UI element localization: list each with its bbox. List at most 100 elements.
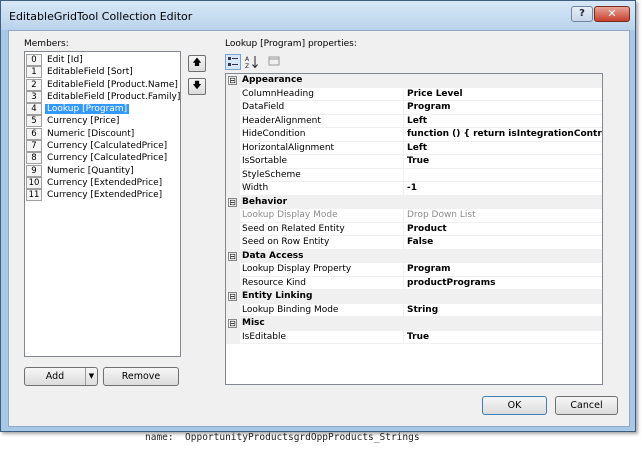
arrow-up-icon: 🡅: [192, 58, 202, 68]
row-gutter: [226, 263, 240, 276]
category-row[interactable]: ⊟ Misc: [226, 317, 602, 331]
member-item[interactable]: 2 EditableField [Product.Name]: [25, 78, 180, 91]
property-value[interactable]: function () { return isIntegrationContra…: [405, 128, 602, 141]
property-row[interactable]: HorizontalAlignment Left: [226, 141, 602, 155]
member-label: Currency [Price]: [47, 116, 120, 127]
property-row[interactable]: Seed on Row Entity False: [226, 236, 602, 250]
property-row[interactable]: Lookup Display Mode Drop Down List: [226, 209, 602, 223]
property-name[interactable]: Lookup Binding Mode: [240, 303, 404, 316]
property-row[interactable]: Lookup Display Property Program: [226, 263, 602, 277]
property-row[interactable]: Width -1: [226, 182, 602, 196]
member-item[interactable]: 10 Currency [ExtendedPrice]: [25, 176, 180, 189]
title-bar[interactable]: EditableGridTool Collection Editor ? ✕: [1, 1, 635, 30]
row-gutter: [226, 128, 240, 141]
property-value[interactable]: Drop Down List: [405, 209, 602, 222]
member-item[interactable]: 1 EditableField [Sort]: [25, 66, 180, 79]
property-value[interactable]: Left: [405, 142, 602, 155]
property-name[interactable]: IsEditable: [240, 330, 404, 343]
collapse-icon[interactable]: ⊟: [228, 251, 237, 261]
category-row[interactable]: ⊟ Appearance: [226, 74, 602, 88]
property-name[interactable]: DataField: [240, 101, 404, 114]
property-value[interactable]: Price Level: [405, 88, 602, 101]
cancel-button[interactable]: Cancel: [555, 396, 618, 415]
member-item[interactable]: 8 Currency [CalculatedPrice]: [25, 152, 180, 165]
property-row[interactable]: Resource Kind productPrograms: [226, 276, 602, 290]
member-index: 10: [26, 176, 42, 189]
collapse-icon[interactable]: ⊟: [228, 197, 237, 207]
add-button[interactable]: Add ▼: [24, 367, 98, 386]
member-index: 2: [26, 78, 42, 91]
categorized-icon[interactable]: [225, 54, 241, 70]
property-value[interactable]: Product: [405, 223, 602, 236]
collapse-icon[interactable]: ⊟: [228, 319, 237, 328]
category-name: Appearance: [242, 75, 303, 85]
member-item[interactable]: 11 Currency [ExtendedPrice]: [25, 189, 180, 202]
move-up-button[interactable]: 🡅: [188, 55, 206, 72]
member-index: 3: [26, 90, 42, 103]
category-name: Entity Linking: [242, 291, 313, 301]
collapse-icon[interactable]: ⊟: [228, 76, 237, 85]
property-value[interactable]: Left: [405, 115, 602, 128]
property-name[interactable]: Seed on Related Entity: [240, 222, 404, 235]
property-row[interactable]: IsSortable True: [226, 155, 602, 169]
category-row[interactable]: ⊟ Data Access: [226, 249, 602, 263]
remove-button[interactable]: Remove: [103, 367, 179, 386]
category-row[interactable]: ⊟ Behavior: [226, 195, 602, 209]
property-pages-icon[interactable]: [266, 54, 282, 70]
property-value[interactable]: String: [405, 304, 602, 317]
property-name[interactable]: Lookup Display Property: [240, 263, 404, 276]
property-row[interactable]: DataField Program: [226, 101, 602, 115]
property-row[interactable]: Lookup Binding Mode String: [226, 303, 602, 317]
help-button[interactable]: ?: [571, 6, 593, 22]
property-row[interactable]: HideCondition function () { return isInte…: [226, 128, 602, 142]
member-index: 9: [26, 164, 42, 177]
ok-button[interactable]: OK: [482, 396, 547, 415]
move-down-button[interactable]: 🡇: [188, 78, 206, 95]
row-gutter: [226, 168, 240, 181]
row-gutter: [226, 155, 240, 168]
member-index: 8: [26, 152, 42, 165]
property-name[interactable]: HeaderAlignment: [240, 114, 404, 127]
add-dropdown-caret-icon[interactable]: ▼: [85, 368, 97, 385]
category-name: Behavior: [242, 196, 288, 207]
member-label: Edit [Id]: [47, 55, 83, 65]
member-item[interactable]: 7 Currency [CalculatedPrice]: [25, 140, 180, 153]
property-value[interactable]: -1: [405, 182, 602, 195]
member-item[interactable]: 5 Currency [Price]: [25, 115, 180, 128]
member-item[interactable]: 6 Numeric [Discount]: [25, 127, 180, 140]
property-name[interactable]: Seed on Row Entity: [240, 236, 404, 249]
alphabetical-icon[interactable]: AZ: [244, 54, 260, 70]
arrow-down-icon: 🡇: [192, 81, 202, 91]
property-value[interactable]: True: [405, 155, 602, 168]
member-item[interactable]: 9 Numeric [Quantity]: [25, 164, 180, 177]
property-value[interactable]: Program: [405, 101, 602, 114]
property-row[interactable]: HeaderAlignment Left: [226, 114, 602, 128]
property-value[interactable]: True: [405, 331, 602, 344]
close-button[interactable]: ✕: [594, 6, 630, 22]
property-name[interactable]: HorizontalAlignment: [240, 141, 404, 154]
property-name[interactable]: HideCondition: [240, 128, 404, 141]
property-name[interactable]: ColumnHeading: [240, 87, 404, 100]
property-name[interactable]: StyleScheme: [240, 168, 404, 181]
property-value[interactable]: [405, 169, 602, 182]
category-row[interactable]: ⊟ Entity Linking: [226, 290, 602, 304]
property-name[interactable]: Resource Kind: [240, 276, 404, 289]
members-list[interactable]: 0 Edit [Id] 1 EditableField [Sort] 2 Editable…: [24, 51, 181, 357]
property-value[interactable]: False: [405, 236, 602, 249]
property-name[interactable]: Width: [240, 182, 404, 195]
property-row[interactable]: IsEditable True: [226, 330, 602, 344]
collapse-icon[interactable]: ⊟: [228, 292, 237, 301]
property-name[interactable]: IsSortable: [240, 155, 404, 168]
row-gutter: [226, 276, 240, 289]
property-grid[interactable]: ⊟ Appearance ColumnHeading Price Level DataF…: [225, 73, 603, 385]
property-value[interactable]: Program: [405, 263, 602, 276]
member-label: Currency [ExtendedPrice]: [47, 177, 163, 188]
property-row[interactable]: ColumnHeading Price Level: [226, 87, 602, 101]
member-item[interactable]: 0 Edit [Id]: [25, 54, 180, 66]
property-row[interactable]: Seed on Related Entity Product: [226, 222, 602, 236]
member-item[interactable]: 3 EditableField [Product.Family]: [25, 90, 180, 103]
property-row[interactable]: StyleScheme: [226, 168, 602, 182]
property-name[interactable]: Lookup Display Mode: [240, 209, 404, 222]
member-item[interactable]: 4 Lookup [Program]: [25, 103, 180, 116]
property-value[interactable]: productPrograms: [405, 277, 602, 290]
